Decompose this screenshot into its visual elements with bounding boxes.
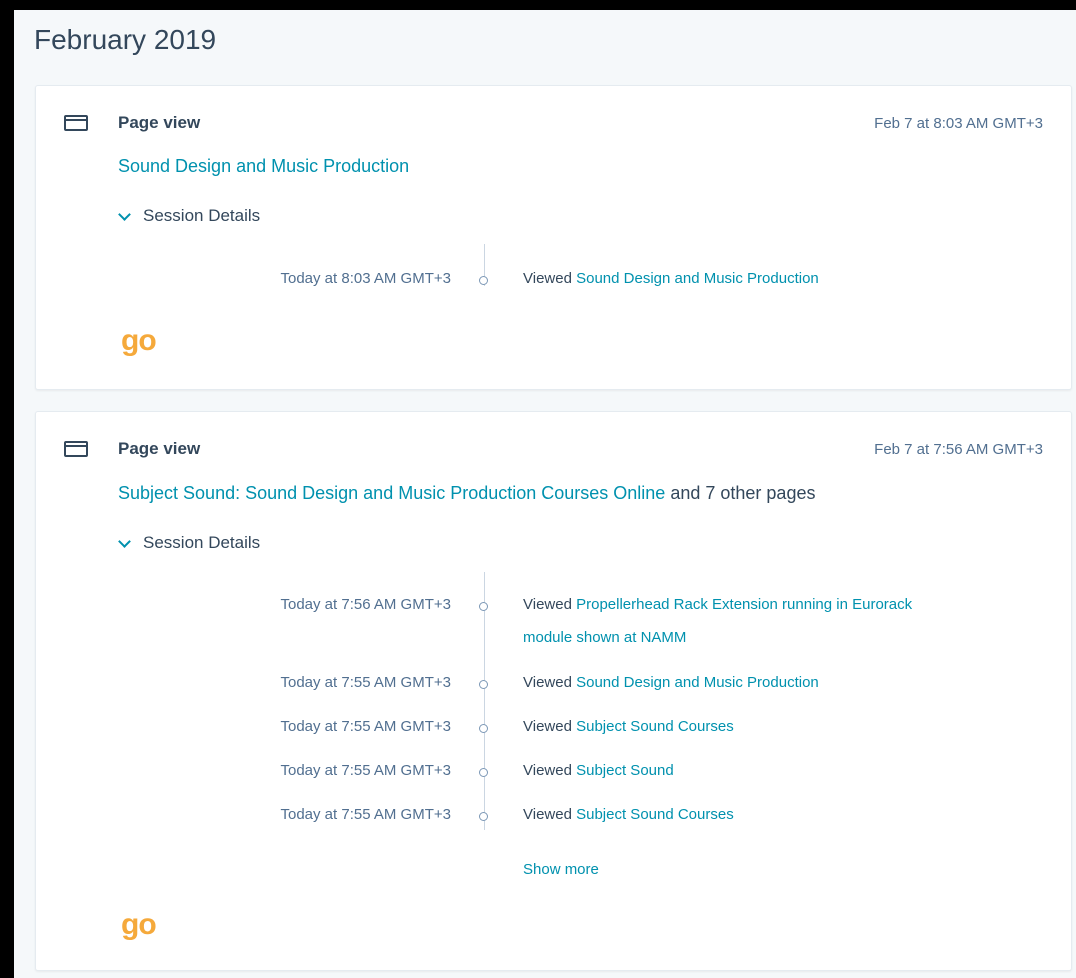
timeline-entry: Viewed Propellerhead Rack Extension runn… (523, 588, 943, 654)
viewed-prefix: Viewed (523, 762, 572, 779)
show-more-link[interactable]: Show more (523, 861, 599, 878)
timeline-entry: Viewed Subject Sound (523, 754, 943, 787)
session-details-label: Session Details (143, 533, 261, 552)
timeline-row: Today at 7:55 AM GMT+3 Viewed Subject So… (36, 716, 1071, 738)
timeline-row: Today at 7:55 AM GMT+3 Viewed Sound Desi… (36, 672, 1071, 694)
chevron-down-icon (118, 535, 131, 548)
viewed-page-link[interactable]: Sound Design and Music Production (576, 674, 819, 691)
timeline-dot-icon (479, 812, 488, 821)
activity-type-label: Page view (118, 439, 201, 458)
other-pages-suffix: and 7 other pages (670, 483, 816, 503)
timeline-entry: Viewed Sound Design and Music Production (523, 262, 943, 295)
timeline-entry: Viewed Subject Sound Courses (523, 798, 943, 831)
session-details-label: Session Details (143, 206, 261, 225)
viewed-page-link[interactable]: Subject Sound Courses (576, 806, 734, 823)
page-title-link[interactable]: Subject Sound: Sound Design and Music Pr… (118, 483, 665, 503)
session-details-toggle[interactable]: Session Details (118, 533, 260, 553)
timeline-time: Today at 7:55 AM GMT+3 (280, 762, 451, 779)
activity-timestamp: Feb 7 at 8:03 AM GMT+3 (874, 115, 1043, 132)
timeline-row: Today at 8:03 AM GMT+3 Viewed Sound Desi… (36, 268, 1071, 290)
viewed-prefix: Viewed (523, 270, 572, 287)
timeline-dot-icon (479, 602, 488, 611)
activity-card: Page view Feb 7 at 8:03 AM GMT+3 Sound D… (35, 85, 1072, 390)
viewed-prefix: Viewed (523, 674, 572, 691)
timeline-time: Today at 7:55 AM GMT+3 (280, 674, 451, 691)
timeline-row: Today at 7:55 AM GMT+3 Viewed Subject So… (36, 804, 1071, 826)
timeline-time: Today at 7:56 AM GMT+3 (280, 596, 451, 613)
viewed-prefix: Viewed (523, 806, 572, 823)
viewed-page-link[interactable]: Sound Design and Music Production (576, 270, 819, 287)
browser-window-icon (64, 115, 88, 131)
timeline-panel: February 2019 Page view Feb 7 at 8:03 AM… (14, 10, 1076, 978)
page-title-link[interactable]: Sound Design and Music Production (118, 156, 409, 176)
activity-title: Subject Sound: Sound Design and Music Pr… (118, 483, 815, 504)
viewed-prefix: Viewed (523, 596, 572, 613)
timeline-dot-icon (479, 276, 488, 285)
activity-timestamp: Feb 7 at 7:56 AM GMT+3 (874, 441, 1043, 458)
timeline-dot-icon (479, 724, 488, 733)
timeline-time: Today at 7:55 AM GMT+3 (280, 806, 451, 823)
viewed-page-link[interactable]: Subject Sound Courses (576, 718, 734, 735)
viewed-prefix: Viewed (523, 718, 572, 735)
viewed-page-link[interactable]: Propellerhead Rack Extension running in … (523, 596, 912, 646)
activity-title: Sound Design and Music Production (118, 156, 409, 177)
timeline-entry: Viewed Sound Design and Music Production (523, 666, 943, 699)
timeline-entry: Viewed Subject Sound Courses (523, 710, 943, 743)
timeline-row: Today at 7:56 AM GMT+3 Viewed Propellerh… (36, 594, 1071, 650)
activity-card: Page view Feb 7 at 7:56 AM GMT+3 Subject… (35, 411, 1072, 971)
month-heading: February 2019 (34, 24, 217, 55)
activity-type-label: Page view (118, 113, 201, 132)
go-logo: go (121, 324, 157, 357)
viewed-page-link[interactable]: Subject Sound (576, 762, 674, 779)
timeline-time: Today at 7:55 AM GMT+3 (280, 718, 451, 735)
timeline-time: Today at 8:03 AM GMT+3 (280, 270, 451, 287)
browser-window-icon (64, 441, 88, 457)
timeline-dot-icon (479, 680, 488, 689)
timeline-row: Today at 7:55 AM GMT+3 Viewed Subject So… (36, 760, 1071, 782)
timeline-dot-icon (479, 768, 488, 777)
chevron-down-icon (118, 208, 131, 221)
session-details-toggle[interactable]: Session Details (118, 206, 260, 226)
go-logo: go (121, 908, 157, 941)
